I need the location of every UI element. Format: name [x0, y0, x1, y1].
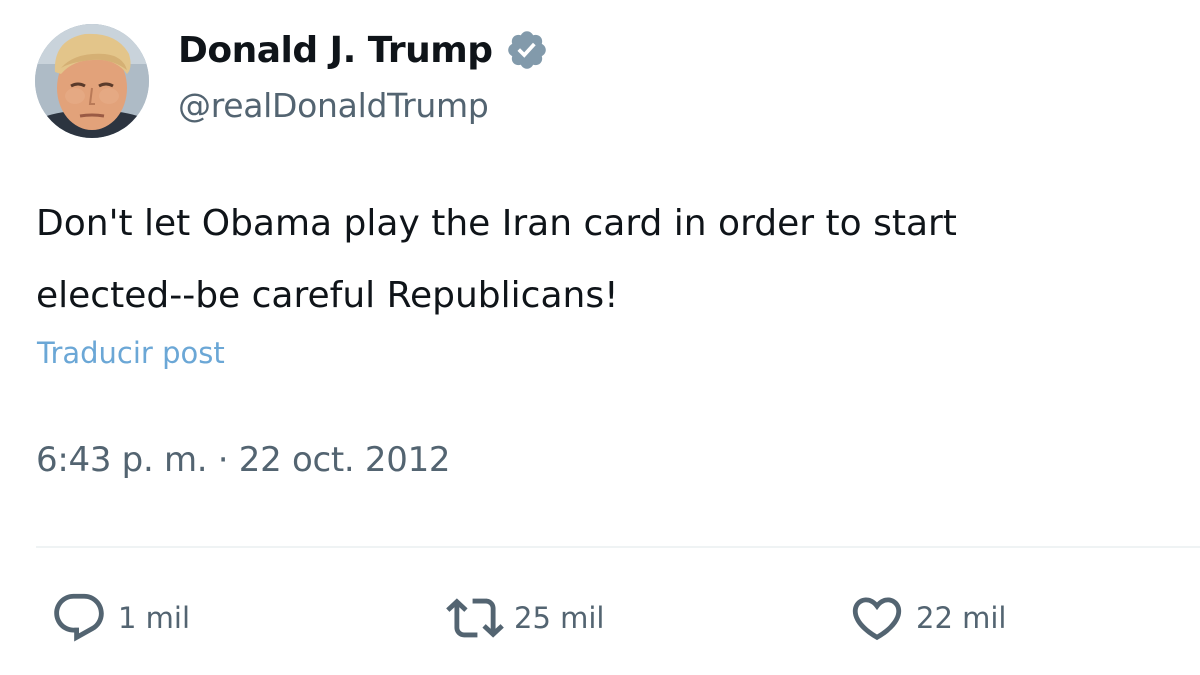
like-count: 22 mil [916, 601, 1007, 635]
tweet-card: Donald J. Trump @realDonaldTrump Don't l… [0, 0, 1200, 675]
author-handle[interactable]: @realDonaldTrump [178, 86, 489, 125]
verified-badge-icon[interactable] [505, 28, 549, 72]
reply-count: 1 mil [118, 601, 191, 635]
retweet-button[interactable]: 25 mil [446, 590, 604, 646]
avatar-image [35, 24, 149, 138]
translate-post-link[interactable]: Traducir post [37, 336, 225, 370]
reply-icon [54, 593, 104, 642]
retweet-count: 25 mil [514, 601, 605, 635]
like-button[interactable]: 22 mil [848, 590, 1006, 646]
tweet-timestamp[interactable]: 6:43 p. m. · 22 oct. 2012 [36, 440, 451, 480]
author-name-row[interactable]: Donald J. Trump [178, 24, 549, 76]
retweet-icon [446, 598, 504, 638]
tweet-text-line: Don't let Obama play the Iran card in or… [36, 203, 957, 244]
reply-button[interactable]: 1 mil [50, 590, 190, 646]
author-display-name[interactable]: Donald J. Trump [178, 30, 493, 71]
tweet-text: Don't let Obama play the Iran card in or… [36, 188, 1200, 332]
heart-icon [852, 597, 902, 641]
divider [36, 546, 1200, 548]
tweet-text-line: elected--be careful Republicans! [36, 275, 619, 316]
avatar[interactable] [35, 24, 149, 138]
